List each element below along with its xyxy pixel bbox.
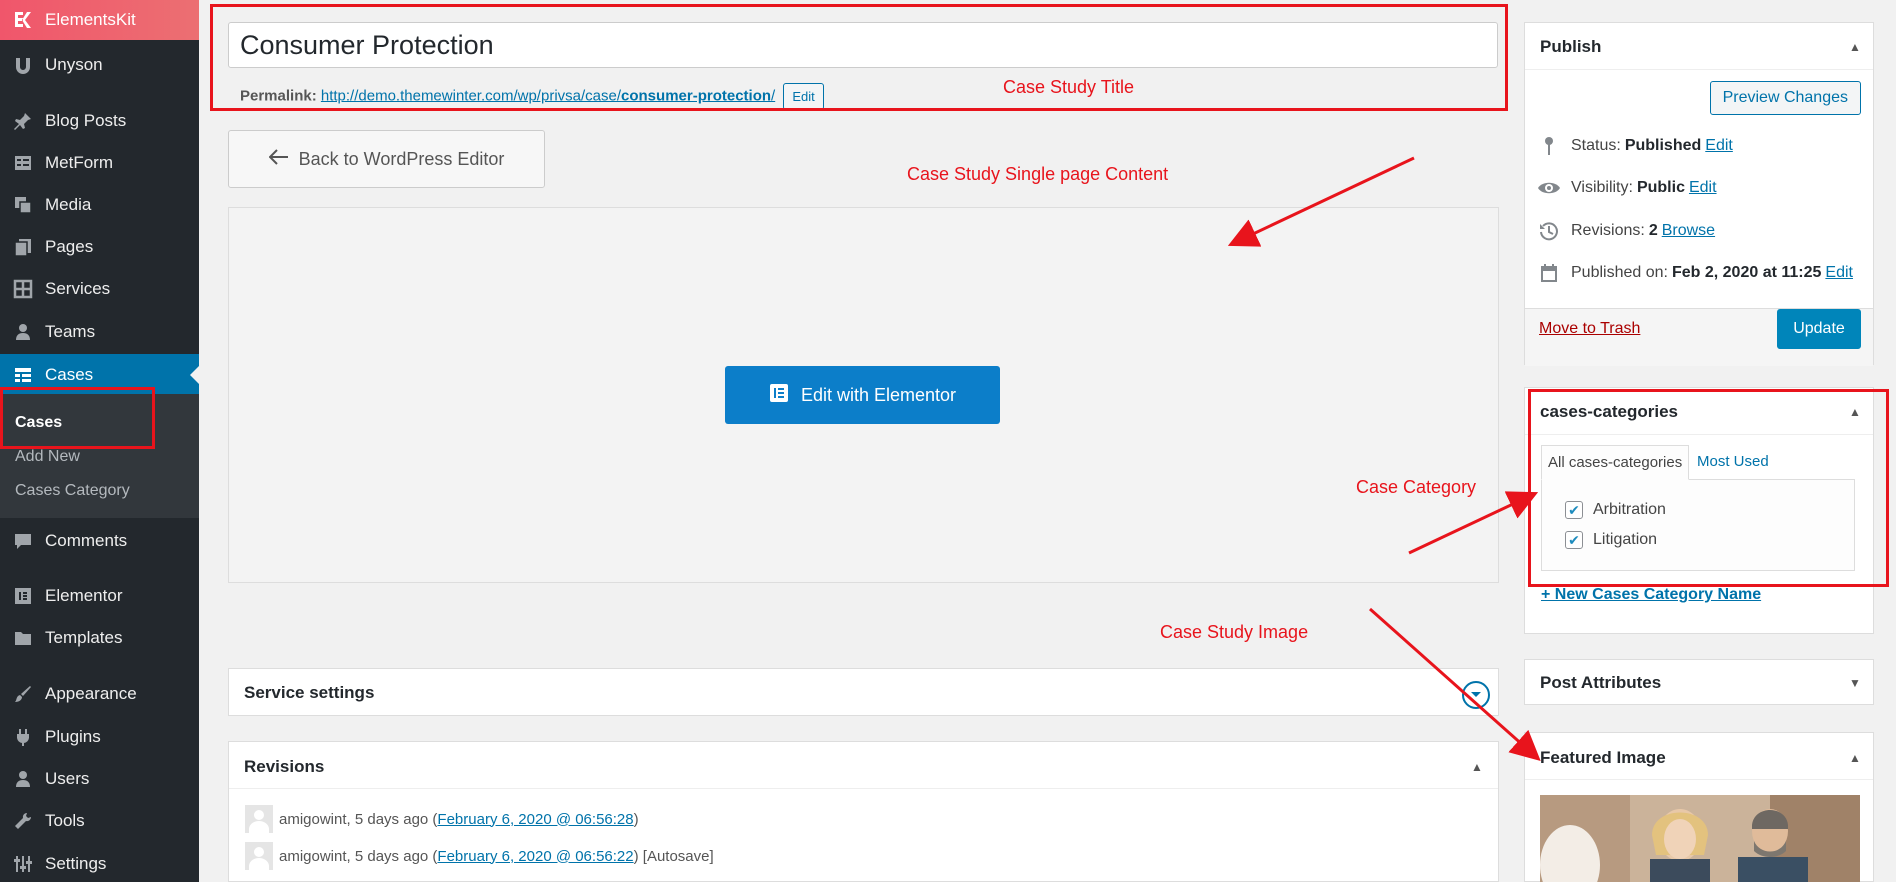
arrow-to-featured-image [1369,607,1541,761]
annotation-arrows [1227,156,1541,761]
arrow-to-content [1227,156,1415,247]
tab-all-categories[interactable]: All cases-categories [1541,445,1690,480]
arrow-to-categories [1408,491,1539,555]
